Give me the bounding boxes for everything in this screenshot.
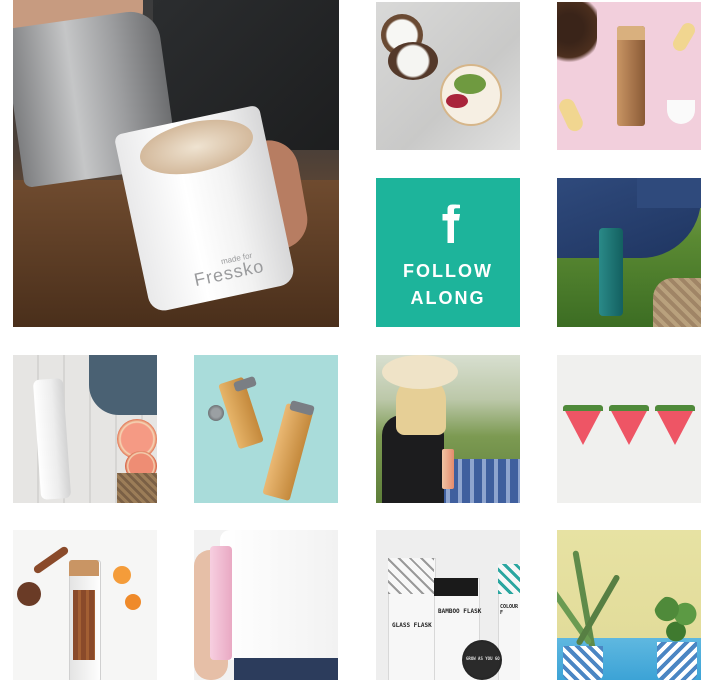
package-label-bamboo-flask: BAMBOO FLASK — [438, 608, 482, 615]
gallery-photo-bamboo-teal[interactable] — [194, 355, 338, 503]
instagram-gallery: made for Fressko FOLLOW ALONG GLASS FLAS… — [0, 0, 705, 680]
photo-white-flask-grapefruit — [13, 355, 157, 503]
gallery-photo-watermelon[interactable] — [557, 355, 701, 503]
gallery-photo-white-flask[interactable] — [13, 355, 157, 503]
photo-latte-cup: made for Fressko — [13, 0, 339, 327]
photo-watermelon-slices — [557, 355, 701, 503]
photo-pink-flask — [194, 530, 338, 680]
package-label-grow: GROW AS YOU GO — [466, 656, 500, 661]
gallery-photo-picnic[interactable] — [376, 355, 520, 503]
facebook-follow-tile[interactable]: FOLLOW ALONG — [376, 178, 520, 327]
photo-product-packaging: GLASS FLASK BAMBOO FLASK COLOUR F GROW A… — [376, 530, 520, 680]
gallery-photo-pink-flask[interactable] — [194, 530, 338, 680]
facebook-icon — [433, 196, 463, 246]
gallery-photo-grass[interactable] — [557, 178, 701, 327]
photo-bamboo-flasks-teal — [194, 355, 338, 503]
photo-spice-infuser — [13, 530, 157, 680]
photo-potted-plants — [557, 530, 701, 680]
gallery-photo-plants[interactable] — [557, 530, 701, 680]
package-label-glass-flask: GLASS FLASK — [392, 622, 432, 629]
photo-coconut-plate — [376, 2, 520, 150]
gallery-photo-coconut[interactable] — [376, 2, 520, 150]
gallery-photo-packaging[interactable]: GLASS FLASK BAMBOO FLASK COLOUR F GROW A… — [376, 530, 520, 680]
package-label-colour-flask: COLOUR F — [500, 604, 519, 616]
cta-line-along: ALONG — [410, 288, 486, 308]
gallery-photo-latte[interactable]: made for Fressko — [13, 0, 339, 327]
photo-grass-bottle — [557, 178, 701, 327]
photo-picnic — [376, 355, 520, 503]
photo-bamboo-flask-pink — [557, 2, 701, 150]
gallery-photo-spices[interactable] — [13, 530, 157, 680]
facebook-cta-text: FOLLOW ALONG — [403, 258, 493, 312]
gallery-photo-pink-bamboo[interactable] — [557, 2, 701, 150]
cta-line-follow: FOLLOW — [403, 261, 493, 281]
